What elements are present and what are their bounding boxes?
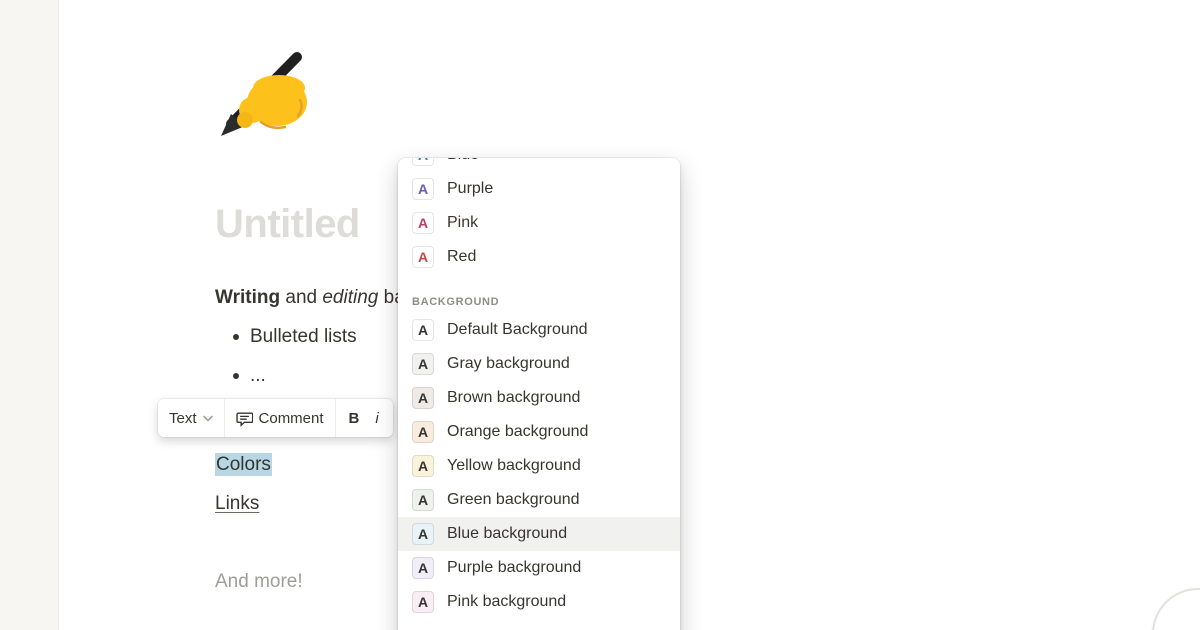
selected-text: Colors: [215, 453, 272, 476]
bullet-label: ...: [250, 364, 266, 388]
letter-a-icon: A: [412, 523, 434, 545]
menu-item-gray-background[interactable]: A Gray background: [398, 347, 680, 381]
menu-item-purple-text[interactable]: A Purple: [398, 172, 680, 206]
letter-a-icon: A: [412, 353, 434, 375]
letter-a-icon: A: [412, 246, 434, 268]
menu-item-default-background[interactable]: A Default Background: [398, 313, 680, 347]
letter-a-icon: A: [412, 387, 434, 409]
menu-item-blue-text[interactable]: A Blue: [398, 158, 680, 172]
intro-regular-text: and: [280, 287, 322, 308]
chevron-down-icon: [203, 415, 213, 422]
bullet-label: Bulleted lists: [250, 325, 357, 349]
bullet-dot: [233, 334, 239, 340]
color-menu: A Blue A Purple A Pink A Red BACKGROUND …: [398, 158, 680, 630]
links-link[interactable]: Links: [215, 493, 259, 514]
letter-a-icon: A: [412, 591, 434, 613]
bulleted-list-item[interactable]: ...: [233, 364, 266, 388]
menu-item-purple-background[interactable]: A Purple background: [398, 551, 680, 585]
formatting-toolbar: Text Comment B i: [158, 399, 393, 437]
letter-a-icon: A: [412, 455, 434, 477]
bullet-dot: [233, 373, 239, 379]
background-section-header: BACKGROUND: [398, 274, 680, 313]
menu-item-red-text[interactable]: A Red: [398, 240, 680, 274]
comment-label: Comment: [259, 410, 324, 427]
letter-a-icon: A: [412, 557, 434, 579]
menu-item-green-background[interactable]: A Green background: [398, 483, 680, 517]
letter-a-icon: A: [412, 489, 434, 511]
letter-a-icon: A: [412, 319, 434, 341]
turn-into-button[interactable]: Text: [158, 399, 224, 437]
links-text-block: Links: [215, 492, 259, 516]
page-title[interactable]: Untitled: [215, 202, 360, 247]
colors-text-block[interactable]: Colors: [215, 453, 272, 477]
and-more-text[interactable]: And more!: [215, 570, 303, 594]
italic-button[interactable]: i: [368, 399, 392, 437]
menu-item-orange-background[interactable]: A Orange background: [398, 415, 680, 449]
intro-bold-text: Writing: [215, 287, 280, 308]
menu-item-pink-background[interactable]: A Pink background: [398, 585, 680, 619]
letter-a-icon: A: [412, 421, 434, 443]
bold-button[interactable]: B: [336, 399, 369, 437]
menu-item-blue-background[interactable]: A Blue background: [398, 517, 680, 551]
color-menu-scroll-area[interactable]: A Blue A Purple A Pink A Red BACKGROUND …: [398, 158, 680, 619]
writing-hand-icon: [215, 50, 315, 142]
menu-item-yellow-background[interactable]: A Yellow background: [398, 449, 680, 483]
menu-item-brown-background[interactable]: A Brown background: [398, 381, 680, 415]
letter-a-icon: A: [412, 178, 434, 200]
notion-editor-screen: Untitled Writing and editing ba Bulleted…: [0, 0, 1200, 630]
bulleted-list-item[interactable]: Bulleted lists: [233, 325, 357, 349]
intro-italic-text: editing: [322, 287, 378, 308]
page-icon-writing-hand-emoji[interactable]: [215, 50, 315, 142]
menu-item-pink-text[interactable]: A Pink: [398, 206, 680, 240]
letter-a-icon: A: [412, 212, 434, 234]
intro-paragraph[interactable]: Writing and editing ba: [215, 286, 405, 310]
letter-a-icon: A: [412, 158, 434, 166]
comment-bubble-icon: [236, 410, 253, 427]
comment-button[interactable]: Comment: [225, 399, 335, 437]
sidebar-edge[interactable]: [0, 0, 59, 630]
turn-into-label: Text: [169, 410, 197, 427]
help-button[interactable]: [1152, 588, 1200, 630]
